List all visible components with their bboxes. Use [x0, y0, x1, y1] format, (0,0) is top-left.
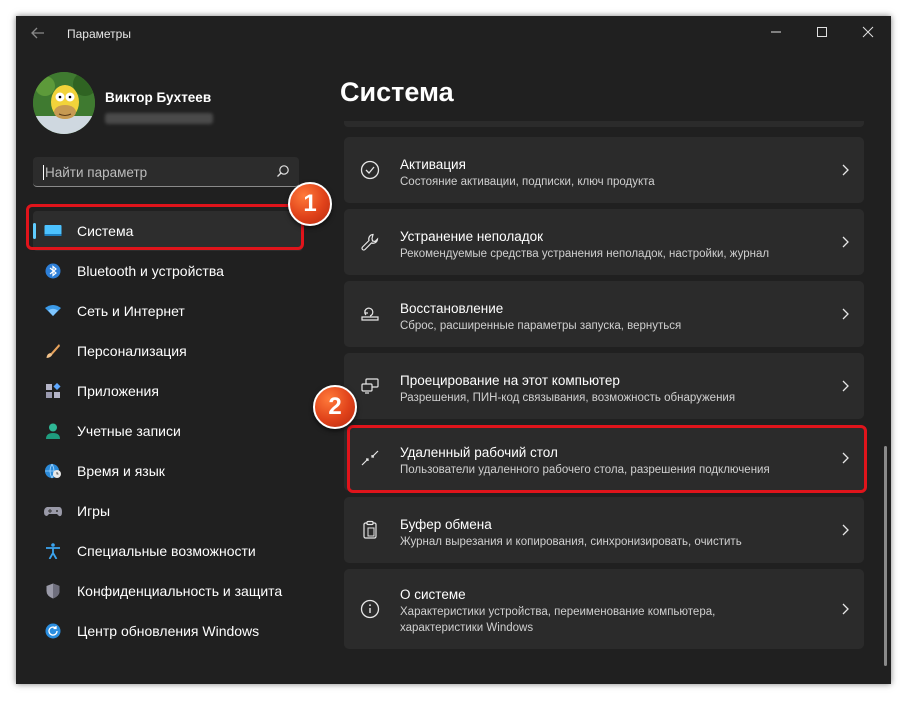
search-box[interactable]: Найти параметр	[33, 157, 299, 187]
chevron-right-icon	[840, 307, 850, 321]
projection-icon	[360, 376, 380, 396]
card-title: Проецирование на этот компьютер	[400, 373, 620, 388]
chevron-right-icon	[840, 602, 850, 616]
settings-card-recovery[interactable]: Восстановление Сброс, расширенные параме…	[344, 281, 864, 347]
sidebar-item-label: Центр обновления Windows	[77, 623, 260, 639]
annotation-highlight-1	[26, 204, 304, 250]
chevron-right-icon	[840, 163, 850, 177]
close-button[interactable]	[853, 22, 883, 42]
info-icon	[360, 599, 380, 619]
card-subtitle: Разрешения, ПИН-код связывания, возможно…	[400, 392, 736, 404]
card-subtitle: Рекомендуемые средства устранения непола…	[400, 248, 770, 260]
settings-card-clipboard[interactable]: Буфер обмена Журнал вырезания и копирова…	[344, 497, 864, 563]
avatar[interactable]	[33, 72, 95, 134]
sidebar-item-label: Сеть и Интернет	[77, 303, 185, 319]
sidebar-item-bluetooth[interactable]: Bluetooth и устройства	[33, 251, 303, 291]
sidebar-nav: Система Bluetooth и устройства Сеть и Ин…	[33, 211, 303, 651]
card-title: О системе	[400, 587, 466, 602]
sidebar-item-privacy[interactable]: Конфиденциальность и защита	[33, 571, 303, 611]
card-subtitle: Журнал вырезания и копирования, синхрони…	[400, 536, 742, 548]
chevron-right-icon	[840, 235, 850, 249]
wrench-icon	[360, 232, 380, 252]
globe-clock-icon	[44, 463, 62, 479]
settings-card-activation[interactable]: Активация Состояние активации, подписки,…	[344, 137, 864, 203]
card-title: Устранение неполадок	[400, 229, 544, 244]
sidebar-item-windows-update[interactable]: Центр обновления Windows	[33, 611, 303, 651]
page-title: Система	[340, 77, 454, 107]
window-title: Параметры	[67, 27, 131, 41]
clipboard-icon	[360, 520, 380, 540]
text-caret	[43, 165, 44, 180]
sidebar-item-label: Приложения	[77, 383, 159, 399]
wifi-icon	[44, 303, 62, 319]
settings-window: Параметры Виктор Бухтеев Найти параметр …	[16, 16, 891, 684]
update-icon	[44, 623, 62, 639]
sidebar-item-label: Bluetooth и устройства	[77, 263, 224, 279]
settings-card-troubleshoot[interactable]: Устранение неполадок Рекомендуемые средс…	[344, 209, 864, 275]
sidebar-item-accounts[interactable]: Учетные записи	[33, 411, 303, 451]
sidebar-item-time-language[interactable]: Время и язык	[33, 451, 303, 491]
bluetooth-icon	[44, 263, 62, 279]
card-subtitle: Состояние активации, подписки, ключ прод…	[400, 176, 655, 188]
chevron-right-icon	[840, 523, 850, 537]
card-subtitle: Характеристики устройства, переименовани…	[400, 606, 716, 634]
search-icon[interactable]	[276, 164, 290, 178]
check-circle-icon	[360, 160, 380, 180]
sidebar-item-personalization[interactable]: Персонализация	[33, 331, 303, 371]
search-input[interactable]: Найти параметр	[45, 165, 147, 180]
sidebar-item-accessibility[interactable]: Специальные возможности	[33, 531, 303, 571]
settings-card-about[interactable]: О системе Характеристики устройства, пер…	[344, 569, 864, 649]
sidebar-item-apps[interactable]: Приложения	[33, 371, 303, 411]
card-title: Буфер обмена	[400, 517, 492, 532]
user-email-blurred	[105, 113, 213, 124]
sidebar-item-label: Игры	[77, 503, 111, 519]
scrolled-card-edge	[344, 121, 864, 127]
sidebar-item-gaming[interactable]: Игры	[33, 491, 303, 531]
settings-card-projection[interactable]: Проецирование на этот компьютер Разрешен…	[344, 353, 864, 419]
card-title: Активация	[400, 157, 466, 172]
gamepad-icon	[44, 503, 62, 519]
annotation-badge-1: 1	[288, 182, 332, 226]
user-name: Виктор Бухтеев	[105, 90, 212, 105]
brush-icon	[44, 343, 62, 359]
title-bar: Параметры	[16, 16, 891, 50]
minimize-button[interactable]	[761, 22, 791, 42]
shield-icon	[44, 583, 62, 599]
accessibility-icon	[44, 543, 62, 560]
sidebar-item-label: Учетные записи	[77, 423, 181, 439]
sidebar-item-label: Время и язык	[77, 463, 165, 479]
annotation-badge-2: 2	[313, 385, 357, 429]
sidebar-item-label: Специальные возможности	[77, 543, 256, 559]
back-arrow-icon[interactable]	[30, 25, 50, 41]
recovery-icon	[360, 304, 380, 324]
sidebar-item-label: Конфиденциальность и защита	[77, 583, 283, 599]
annotation-highlight-2	[347, 425, 867, 493]
chevron-right-icon	[840, 379, 850, 393]
card-subtitle: Сброс, расширенные параметры запуска, ве…	[400, 320, 682, 332]
person-icon	[44, 423, 62, 439]
apps-icon	[44, 382, 62, 399]
sidebar-item-network[interactable]: Сеть и Интернет	[33, 291, 303, 331]
scrollbar-thumb[interactable]	[884, 446, 887, 666]
maximize-button[interactable]	[807, 22, 837, 42]
card-title: Восстановление	[400, 301, 504, 316]
sidebar-item-label: Персонализация	[77, 343, 187, 359]
